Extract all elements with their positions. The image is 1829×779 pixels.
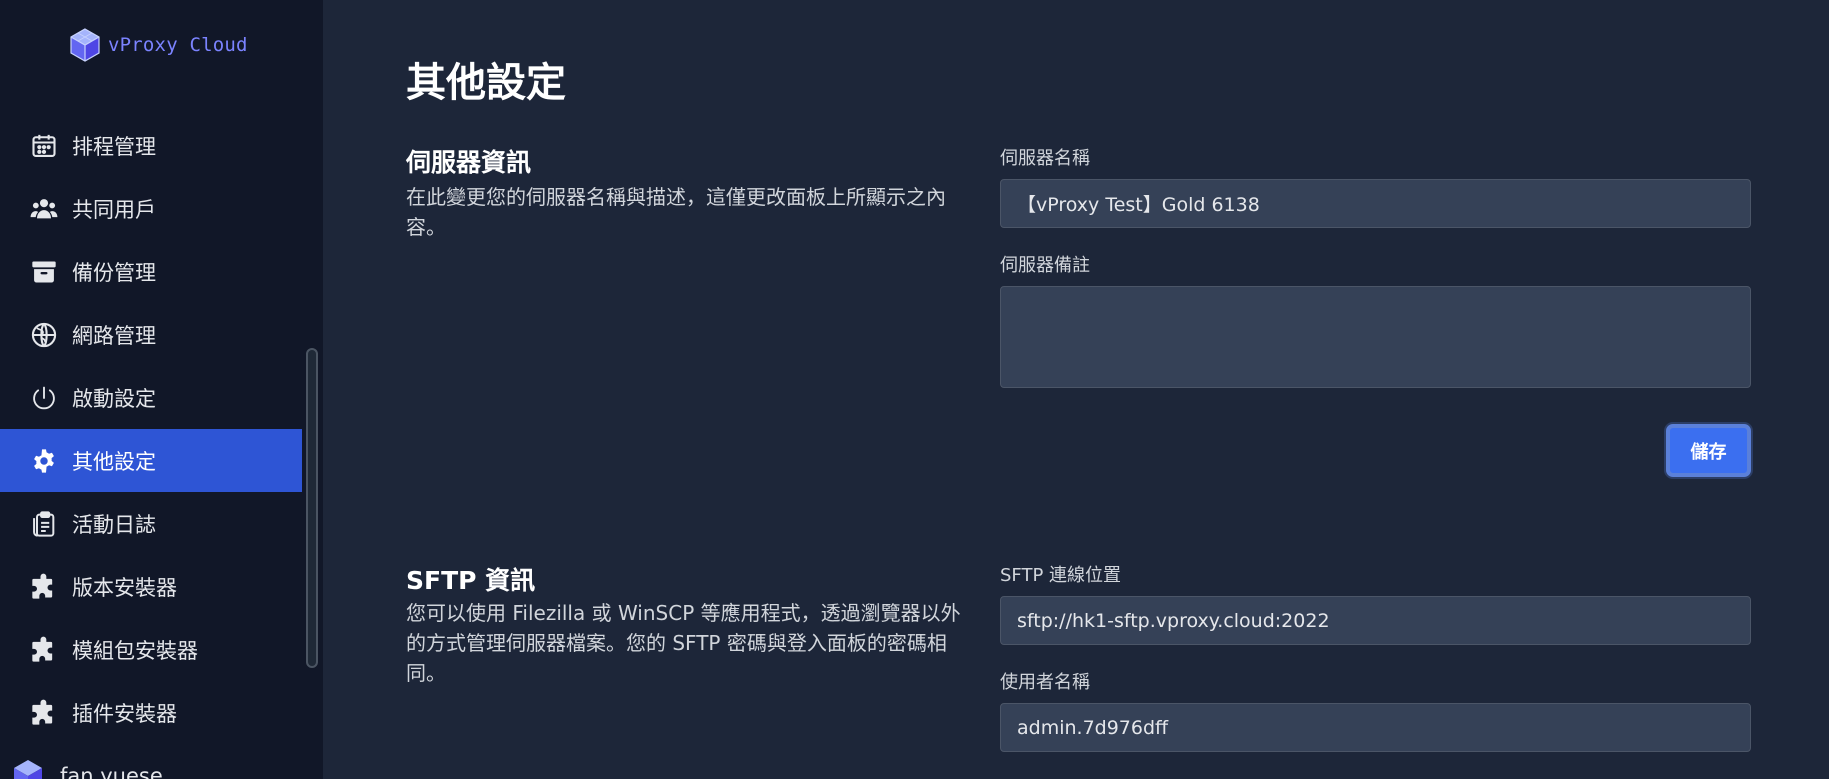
puzzle-icon	[30, 636, 58, 664]
server-name-label: 伺服器名稱	[1000, 148, 1090, 169]
sidebar: vProxy Cloud 排程管理 共同用戶 備份管理 網路管理 啟動設定 其他…	[0, 0, 323, 779]
sftp-username-label: 使用者名稱	[1000, 672, 1090, 693]
main-content: 其他設定 伺服器資訊 在此變更您的伺服器名稱與描述，這僅更改面板上所顯示之內容。…	[323, 0, 1829, 779]
sftp-address-label: SFTP 連線位置	[1000, 565, 1122, 586]
sidebar-item-label: 模組包安裝器	[72, 638, 198, 663]
gear-icon	[30, 447, 58, 475]
sidebar-item-modpack-installer[interactable]: 模組包安裝器	[0, 618, 302, 681]
sidebar-item-backups[interactable]: 備份管理	[0, 240, 302, 303]
sftp-address-input[interactable]	[1000, 596, 1751, 645]
puzzle-icon	[30, 573, 58, 601]
sidebar-item-label: 其他設定	[72, 449, 156, 474]
clipboard-icon	[30, 510, 58, 538]
sidebar-scrollbar[interactable]	[306, 348, 318, 668]
sidebar-item-users[interactable]: 共同用戶	[0, 177, 302, 240]
sidebar-item-startup[interactable]: 啟動設定	[0, 366, 302, 429]
sidebar-item-network[interactable]: 網路管理	[0, 303, 302, 366]
power-icon	[30, 384, 58, 412]
sftp-username-input[interactable]	[1000, 703, 1751, 752]
users-icon	[30, 195, 58, 223]
server-name-input[interactable]	[1000, 179, 1751, 228]
puzzle-icon	[30, 699, 58, 727]
sidebar-item-label: 啟動設定	[72, 386, 156, 411]
save-button[interactable]: 儲存	[1666, 424, 1751, 477]
sidebar-nav: 排程管理 共同用戶 備份管理 網路管理 啟動設定 其他設定 活動日誌 版本安裝器…	[0, 114, 302, 744]
cube-logo-icon	[70, 28, 100, 62]
sidebar-item-label: 網路管理	[72, 323, 156, 348]
sidebar-item-label: 備份管理	[72, 260, 156, 285]
globe-icon	[30, 321, 58, 349]
archive-icon	[30, 258, 58, 286]
server-info-title: 伺服器資訊	[406, 148, 532, 177]
sftp-info-title: SFTP 資訊	[406, 566, 536, 595]
sidebar-item-plugin-installer[interactable]: 插件安裝器	[0, 681, 302, 744]
sidebar-item-label: 排程管理	[72, 134, 156, 159]
calendar-icon	[30, 132, 58, 160]
app-root: vProxy Cloud 排程管理 共同用戶 備份管理 網路管理 啟動設定 其他…	[0, 0, 1829, 779]
page-title: 其他設定	[406, 60, 566, 106]
server-note-textarea[interactable]	[1000, 286, 1751, 388]
avatar	[14, 760, 42, 779]
account-menu[interactable]: fan yuese	[10, 758, 163, 779]
sidebar-item-version-installer[interactable]: 版本安裝器	[0, 555, 302, 618]
brand-name: vProxy Cloud	[108, 34, 248, 56]
sidebar-item-label: 插件安裝器	[72, 701, 177, 726]
server-info-description: 在此變更您的伺服器名稱與描述，這僅更改面板上所顯示之內容。	[406, 185, 946, 239]
sftp-info-description: 您可以使用 Filezilla 或 WinSCP 等應用程式，透過瀏覽器以外的方…	[406, 601, 961, 685]
sidebar-item-label: 版本安裝器	[72, 575, 177, 600]
sidebar-item-schedules[interactable]: 排程管理	[0, 114, 302, 177]
server-note-label: 伺服器備註	[1000, 255, 1090, 276]
sidebar-item-label: 共同用戶	[72, 197, 156, 222]
account-name: fan yuese	[60, 764, 163, 779]
sidebar-item-settings[interactable]: 其他設定	[0, 429, 302, 492]
sidebar-item-label: 活動日誌	[72, 512, 156, 537]
brand[interactable]: vProxy Cloud	[68, 27, 248, 63]
sidebar-item-activity[interactable]: 活動日誌	[0, 492, 302, 555]
